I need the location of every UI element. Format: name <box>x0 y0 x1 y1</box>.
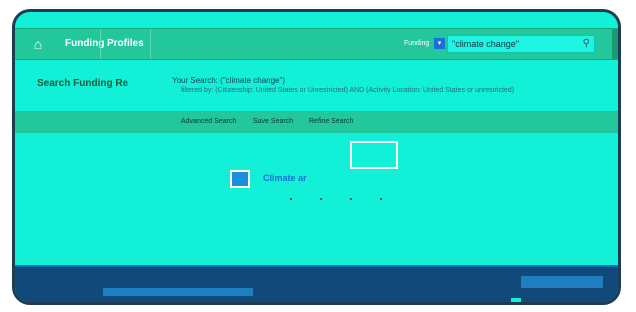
search-value: "climate change" <box>452 39 519 49</box>
refine-search-link[interactable]: Refine Search <box>309 118 353 125</box>
search-summary: Your Search: ("climate change") <box>172 76 285 85</box>
top-navigation-bar: ⌂ Funding Profiles Funding ▾ "climate ch… <box>15 28 618 60</box>
dot <box>380 198 382 200</box>
home-icon[interactable]: ⌂ <box>29 35 47 53</box>
search-icon[interactable]: ⚲ <box>583 37 590 51</box>
dot <box>350 198 352 200</box>
corner-tab <box>612 29 618 59</box>
search-scope-label[interactable]: Funding <box>404 38 429 50</box>
footer-marker <box>511 298 521 302</box>
footer-block <box>521 276 603 288</box>
advanced-search-link[interactable]: Advanced Search <box>181 118 236 125</box>
result-icon <box>230 170 250 188</box>
nav-profiles[interactable]: Profiles <box>100 29 151 59</box>
search-input[interactable]: "climate change" ⚲ <box>447 35 595 53</box>
placeholder-box <box>350 141 398 169</box>
search-actions-bar: Advanced Search Save Search Refine Searc… <box>15 111 618 133</box>
dot <box>290 198 292 200</box>
result-link[interactable]: Climate ar <box>263 173 307 183</box>
dot <box>320 198 322 200</box>
chevron-down-icon[interactable]: ▾ <box>434 38 445 49</box>
footer-block <box>103 288 253 296</box>
save-search-link[interactable]: Save Search <box>253 118 293 125</box>
filter-summary: filtered by: (Citizenship: United States… <box>181 87 515 94</box>
page-title: Search Funding Re <box>37 78 129 89</box>
browser-frame: ⌂ Funding Profiles Funding ▾ "climate ch… <box>12 9 621 305</box>
